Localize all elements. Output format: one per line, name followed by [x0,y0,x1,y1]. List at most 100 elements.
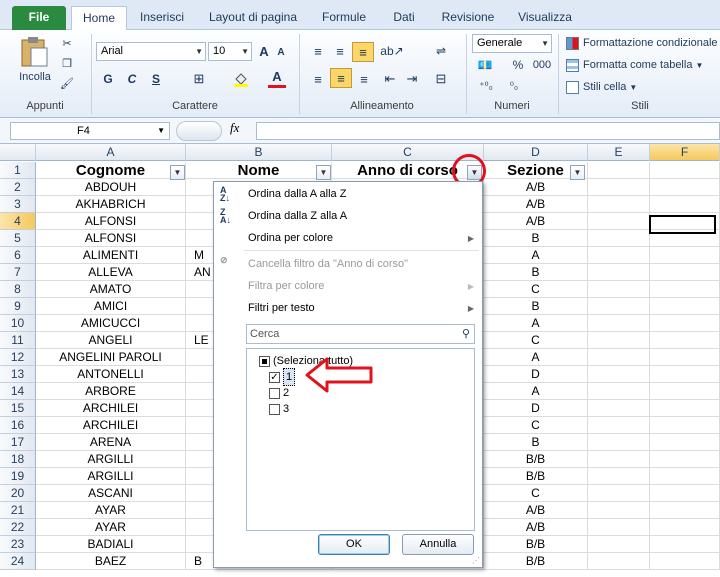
cell-e[interactable] [588,179,650,196]
checkbox-partial[interactable] [259,355,270,367]
cell-d[interactable]: A/B [484,213,588,230]
increase-decimal-icon[interactable]: ⁺⁰₀ [474,78,498,94]
formula-bar-splitter[interactable] [176,121,222,141]
tab-inserisci[interactable]: Inserisci [134,6,190,30]
row-header[interactable]: 9 [0,298,36,315]
cell-f[interactable] [650,468,720,485]
cell-e[interactable] [588,502,650,519]
cell-a[interactable]: ANTONELLI [36,366,186,383]
cell-a[interactable]: ARENA [36,434,186,451]
row-header[interactable]: 23 [0,536,36,553]
cell-d[interactable]: B [484,298,588,315]
cell-d[interactable]: B/B [484,536,588,553]
cell-f[interactable] [650,400,720,417]
cell-f[interactable] [650,485,720,502]
menu-filter-color[interactable]: Filtra per colore [248,276,324,296]
merge-center-icon[interactable]: ⊟ [430,70,452,88]
thousands-button[interactable]: 000 [530,56,554,74]
cell-f[interactable] [650,502,720,519]
borders-icon[interactable]: ⊞ [190,70,208,88]
checkbox-checked[interactable]: ✓ [269,371,280,383]
cell-d[interactable]: A/B [484,196,588,213]
row-header[interactable]: 3 [0,196,36,213]
row-header[interactable]: 2 [0,179,36,196]
tab-file[interactable]: File [12,6,66,30]
row-header[interactable]: 13 [0,366,36,383]
col-header-b[interactable]: B [186,144,332,161]
tab-formule[interactable]: Formule [316,6,372,30]
cell-d[interactable]: B [484,434,588,451]
cell-e[interactable] [588,451,650,468]
row-header[interactable]: 10 [0,315,36,332]
col-header-f[interactable]: F [650,144,720,161]
orientation-icon[interactable]: ab↗ [380,42,404,60]
row-header[interactable]: 11 [0,332,36,349]
format-as-table-button[interactable]: Formatta come tabella ▼ [566,56,718,74]
cell-f[interactable] [650,349,720,366]
row-header[interactable]: 12 [0,349,36,366]
format-painter-icon[interactable]: 🖌 [60,76,74,90]
align-right-icon[interactable]: ≡ [354,70,374,88]
menu-text-filters[interactable]: Filtri per testo [248,298,315,318]
col-header-a[interactable]: A [36,144,186,161]
cell-f[interactable] [650,536,720,553]
cell-a[interactable]: ABDOUH [36,179,186,196]
row-header[interactable]: 17 [0,434,36,451]
tab-dati[interactable]: Dati [384,6,424,30]
cell-a[interactable]: AYAR [36,519,186,536]
cell-d[interactable]: B [484,264,588,281]
font-name-combo[interactable]: Arial ▼ [96,42,206,61]
cell-f[interactable] [650,179,720,196]
filter-dropdown-button[interactable]: ▼ [570,165,585,180]
header-nome[interactable]: Nome [186,162,332,179]
cell-a[interactable]: AMICI [36,298,186,315]
cell-f[interactable] [650,383,720,400]
fill-color-icon[interactable] [232,70,250,88]
list-item-2[interactable]: 2 [269,385,289,401]
cell-f[interactable] [650,298,720,315]
cell-e[interactable] [588,298,650,315]
cell-e[interactable] [588,468,650,485]
filter-search-input[interactable]: Cerca ⚲ [246,324,475,344]
cell-e[interactable] [588,264,650,281]
filter-dropdown-button[interactable]: ▼ [170,165,185,180]
increase-indent-icon[interactable]: ⇥ [402,70,422,88]
menu-sort-za[interactable]: Ordina dalla Z alla A [248,206,347,226]
cell-f[interactable] [650,519,720,536]
menu-sort-az[interactable]: Ordina dalla A alla Z [248,184,346,204]
tab-revisione[interactable]: Revisione [436,6,500,30]
cell-f[interactable] [650,264,720,281]
row-header[interactable]: 22 [0,519,36,536]
cell-a[interactable]: BAEZ [36,553,186,570]
col-header-e[interactable]: E [588,144,650,161]
align-top-icon[interactable]: ≡ [308,42,328,60]
paste-label[interactable]: Incolla [14,70,56,84]
cell-a[interactable]: ANGELINI PAROLI [36,349,186,366]
italic-button[interactable]: C [124,70,140,88]
select-all-corner[interactable] [0,144,36,161]
cell-f[interactable] [650,366,720,383]
cell-e[interactable] [588,485,650,502]
conditional-formatting-button[interactable]: Formattazione condizionale [566,34,718,52]
row-header[interactable]: 21 [0,502,36,519]
menu-clear-filter[interactable]: Cancella filtro da "Anno di corso" [248,254,408,274]
cell-e[interactable] [588,230,650,247]
row-header[interactable]: 7 [0,264,36,281]
cell-d[interactable]: A [484,349,588,366]
cell-f[interactable] [650,281,720,298]
cell-e[interactable] [588,247,650,264]
col-header-d[interactable]: D [484,144,588,161]
cell-d[interactable]: A [484,247,588,264]
cell-a[interactable]: ALLEVA [36,264,186,281]
list-item-1[interactable]: ✓ 1 [269,368,296,386]
cell-a[interactable]: BADIALI [36,536,186,553]
number-format-combo[interactable]: Generale ▼ [472,34,552,53]
tab-home[interactable]: Home [71,6,127,31]
cell-e[interactable] [588,417,650,434]
row-header[interactable]: 20 [0,485,36,502]
cell-f[interactable] [650,196,720,213]
decrease-indent-icon[interactable]: ⇤ [380,70,400,88]
cell-e[interactable] [588,519,650,536]
cut-icon[interactable]: ✂ [60,36,74,50]
cell-a[interactable]: ARGILLI [36,468,186,485]
